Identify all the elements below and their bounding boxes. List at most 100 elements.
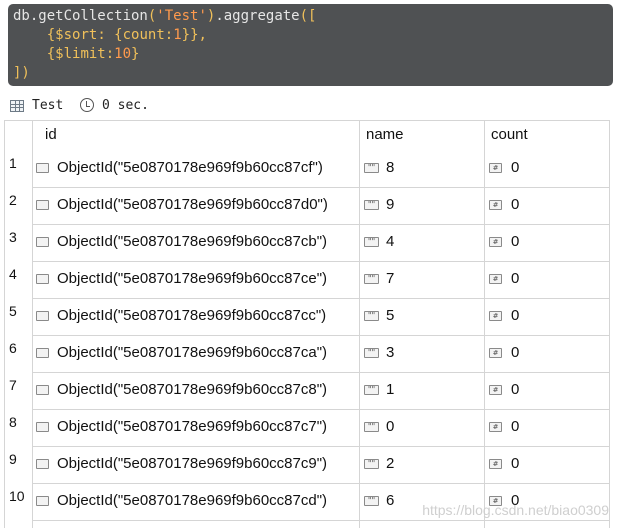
table-icon xyxy=(10,100,24,112)
table-row[interactable]: 6 ObjectId("5e0870178e969f9b60cc87ca") "" 3… xyxy=(5,336,609,373)
code-token: count xyxy=(122,27,165,43)
query-editor[interactable]: db.getCollection('Test').aggregate([ { $s… xyxy=(8,4,613,86)
code-token: }}, xyxy=(181,27,207,43)
cell-name[interactable]: 0 xyxy=(386,418,394,435)
results-grid: id name count 1 ObjectId("5e0870178e969f9… xyxy=(4,120,610,528)
code-line: {$limit:10} xyxy=(13,45,613,64)
code-token: 'Test' xyxy=(156,8,207,24)
code-token: : xyxy=(164,27,174,43)
cell-id[interactable]: ObjectId("5e0870178e969f9b60cc87d0") xyxy=(57,196,328,213)
table-row[interactable]: 2 ObjectId("5e0870178e969f9b60cc87d0") "" 9… xyxy=(5,188,609,225)
cell-name[interactable]: 2 xyxy=(386,455,394,472)
cell-id[interactable]: ObjectId("5e0870178e969f9b60cc87cb") xyxy=(57,233,327,250)
string-icon: "" xyxy=(364,200,379,210)
objectid-icon xyxy=(36,496,49,506)
clock-icon xyxy=(80,98,94,112)
cell-id[interactable]: ObjectId("5e0870178e969f9b60cc87c8") xyxy=(57,381,327,398)
cell-name[interactable]: 7 xyxy=(386,270,394,287)
watermark: https://blog.csdn.net/biao0309 xyxy=(422,502,609,518)
string-icon: "" xyxy=(364,496,379,506)
status-bar: Test 0 sec. xyxy=(0,95,617,119)
column-header-name[interactable]: name xyxy=(366,126,404,143)
column-header-count[interactable]: count xyxy=(491,126,528,143)
query-time: 0 sec. xyxy=(102,98,149,113)
row-number: 10 xyxy=(9,488,25,504)
cell-id[interactable]: ObjectId("5e0870178e969f9b60cc87cd") xyxy=(57,492,327,509)
code-token: 10 xyxy=(114,46,132,62)
number-icon: # xyxy=(489,422,502,432)
string-icon: "" xyxy=(364,422,379,432)
code-token: 1 xyxy=(173,27,182,43)
table-row[interactable]: 3 ObjectId("5e0870178e969f9b60cc87cb") "" 4… xyxy=(5,225,609,262)
cell-count[interactable]: 0 xyxy=(511,233,519,250)
cell-count[interactable]: 0 xyxy=(511,344,519,361)
objectid-icon xyxy=(36,422,49,432)
table-row[interactable]: 5 ObjectId("5e0870178e969f9b60cc87cc") "" 5… xyxy=(5,299,609,336)
table-row[interactable]: 4 ObjectId("5e0870178e969f9b60cc87ce") "" 7… xyxy=(5,262,609,299)
cell-count[interactable]: 0 xyxy=(511,418,519,435)
row-number: 7 xyxy=(9,377,17,393)
code-line: db.getCollection('Test').aggregate([ xyxy=(13,7,613,26)
row-number: 2 xyxy=(9,192,17,208)
cell-id[interactable]: ObjectId("5e0870178e969f9b60cc87c7") xyxy=(57,418,327,435)
cell-name[interactable]: 9 xyxy=(386,196,394,213)
cell-count[interactable]: 0 xyxy=(511,196,519,213)
objectid-icon xyxy=(36,237,49,247)
code-token: $limit xyxy=(55,46,106,62)
objectid-icon xyxy=(36,385,49,395)
cell-count[interactable]: 0 xyxy=(511,307,519,324)
number-icon: # xyxy=(489,348,502,358)
code-token: ]) xyxy=(13,65,30,81)
number-icon: # xyxy=(489,163,502,173)
table-row[interactable]: 9 ObjectId("5e0870178e969f9b60cc87c9") "" 2… xyxy=(5,447,609,484)
cell-name[interactable]: 5 xyxy=(386,307,394,324)
cell-name[interactable]: 8 xyxy=(386,159,394,176)
code-line: ]) xyxy=(13,64,613,83)
cell-name[interactable]: 6 xyxy=(386,492,394,509)
table-row[interactable]: 1 ObjectId("5e0870178e969f9b60cc87cf") "" 8… xyxy=(5,151,609,188)
table-row[interactable]: 7 ObjectId("5e0870178e969f9b60cc87c8") "" 1… xyxy=(5,373,609,410)
objectid-icon xyxy=(36,200,49,210)
cell-id[interactable]: ObjectId("5e0870178e969f9b60cc87cf") xyxy=(57,159,323,176)
string-icon: "" xyxy=(364,311,379,321)
table-row[interactable]: 8 ObjectId("5e0870178e969f9b60cc87c7") "" 0… xyxy=(5,410,609,447)
string-icon: "" xyxy=(364,274,379,284)
code-token: { xyxy=(114,27,123,43)
cell-id[interactable]: ObjectId("5e0870178e969f9b60cc87c9") xyxy=(57,455,327,472)
cell-id[interactable]: ObjectId("5e0870178e969f9b60cc87ce") xyxy=(57,270,327,287)
number-icon: # xyxy=(489,385,502,395)
code-token: db.getCollection xyxy=(13,8,148,24)
cell-count[interactable]: 0 xyxy=(511,270,519,287)
objectid-icon xyxy=(36,163,49,173)
row-number: 4 xyxy=(9,266,17,282)
code-token: } xyxy=(131,46,140,62)
row-number: 8 xyxy=(9,414,17,430)
string-icon: "" xyxy=(364,459,379,469)
row-number: 6 xyxy=(9,340,17,356)
cell-id[interactable]: ObjectId("5e0870178e969f9b60cc87ca") xyxy=(57,344,327,361)
objectid-icon xyxy=(36,311,49,321)
number-icon: # xyxy=(489,237,502,247)
cell-name[interactable]: 1 xyxy=(386,381,394,398)
column-header-id[interactable]: id xyxy=(45,126,57,143)
row-number: 1 xyxy=(9,155,17,171)
objectid-icon xyxy=(36,348,49,358)
code-token: ([ xyxy=(299,8,317,24)
cell-count[interactable]: 0 xyxy=(511,159,519,176)
code-token: .aggregate xyxy=(215,8,300,24)
row-number: 9 xyxy=(9,451,17,467)
cell-name[interactable]: 3 xyxy=(386,344,394,361)
cell-count[interactable]: 0 xyxy=(511,455,519,472)
code-token: { xyxy=(46,46,56,62)
table-header: id name count xyxy=(5,121,609,151)
cell-name[interactable]: 4 xyxy=(386,233,394,250)
number-icon: # xyxy=(489,274,502,284)
cell-id[interactable]: ObjectId("5e0870178e969f9b60cc87cc") xyxy=(57,307,326,324)
code-token: $sort xyxy=(55,27,98,43)
number-icon: # xyxy=(489,311,502,321)
string-icon: "" xyxy=(364,163,379,173)
cell-count[interactable]: 0 xyxy=(511,381,519,398)
number-icon: # xyxy=(489,459,502,469)
